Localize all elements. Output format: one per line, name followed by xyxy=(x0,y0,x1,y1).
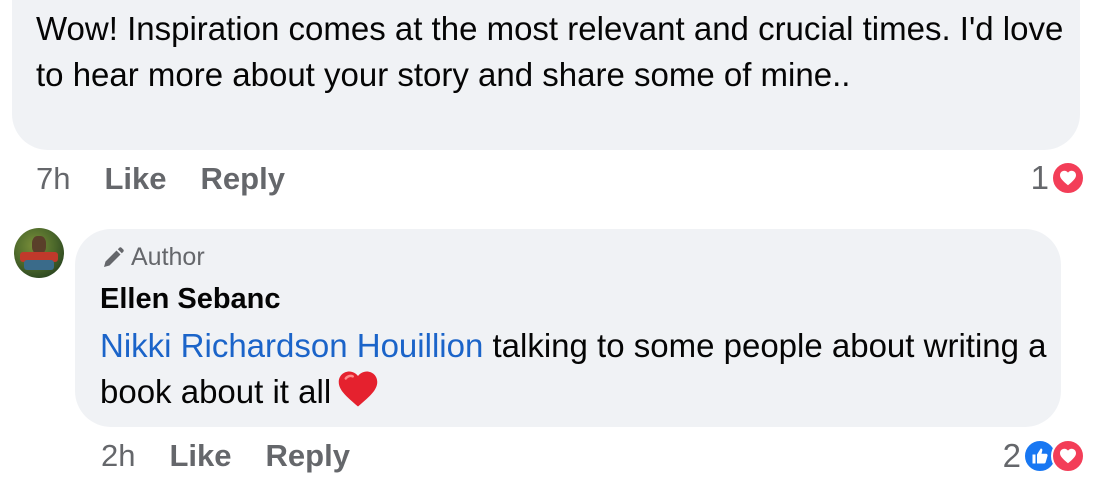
comment-text: Nikki Richardson Houillion talking to so… xyxy=(100,323,1050,421)
author-badge: Author xyxy=(101,243,205,272)
like-button[interactable]: Like xyxy=(104,161,166,197)
author-name[interactable]: Ellen Sebanc xyxy=(100,283,281,316)
comment-bubble: Wow! Inspiration comes at the most relev… xyxy=(12,0,1080,150)
comment-text: Wow! Inspiration comes at the most relev… xyxy=(36,10,1064,93)
reply-button[interactable]: Reply xyxy=(266,438,350,474)
like-button[interactable]: Like xyxy=(169,438,231,474)
reaction-count: 1 xyxy=(1030,159,1049,196)
mention-link[interactable]: Nikki Richardson Houillion xyxy=(100,327,483,364)
comment-bubble: Author Ellen Sebanc Nikki Richardson Hou… xyxy=(75,229,1061,427)
love-icon xyxy=(1051,439,1085,473)
reaction-summary[interactable]: 2 xyxy=(1003,436,1085,476)
author-badge-label: Author xyxy=(131,243,205,271)
reply-button[interactable]: Reply xyxy=(201,161,285,197)
avatar[interactable] xyxy=(14,228,64,278)
comment-actions: 2h Like Reply xyxy=(101,436,350,476)
red-heart-emoji xyxy=(337,369,379,421)
comment-timestamp[interactable]: 2h xyxy=(101,438,135,474)
pencil-icon xyxy=(101,246,125,270)
comment-timestamp[interactable]: 7h xyxy=(36,161,70,197)
reaction-summary[interactable]: 1 xyxy=(1031,158,1085,198)
reaction-count: 2 xyxy=(1002,437,1021,474)
comment-actions: 7h Like Reply xyxy=(36,159,285,199)
love-icon xyxy=(1051,161,1085,195)
